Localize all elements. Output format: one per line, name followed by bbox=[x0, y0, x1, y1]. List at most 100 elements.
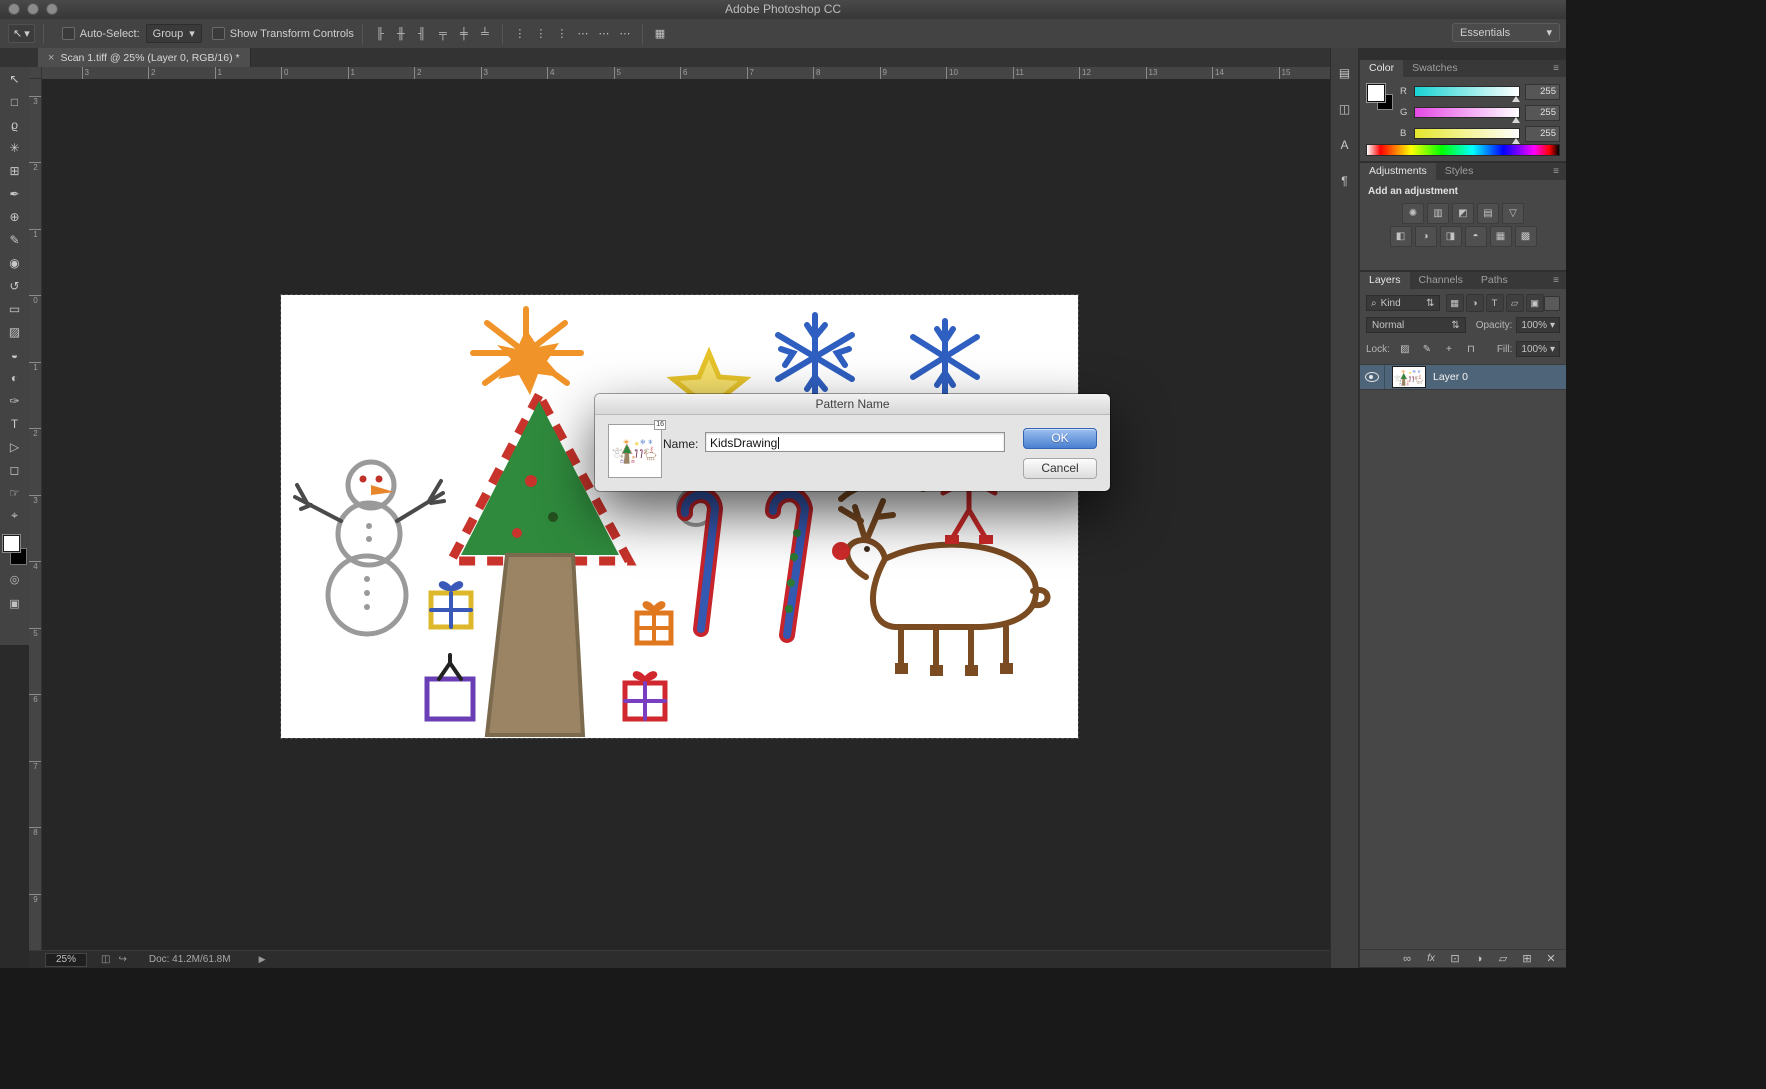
brightness-contrast-adjustment-icon[interactable]: ✺ bbox=[1402, 203, 1424, 224]
color-balance-adjustment-icon[interactable]: ◑ bbox=[1414, 226, 1437, 247]
filter-adjustment-layers-icon[interactable]: ◑ bbox=[1465, 294, 1484, 312]
new-group-icon[interactable]: ▱ bbox=[1496, 952, 1510, 966]
history-brush-tool[interactable]: ↺ bbox=[0, 274, 29, 297]
curves-adjustment-icon[interactable]: ◩ bbox=[1452, 203, 1474, 224]
move-tool[interactable]: ↖ bbox=[0, 67, 29, 90]
blur-tool[interactable]: ◒ bbox=[0, 343, 29, 366]
layer-thumbnail[interactable] bbox=[1392, 366, 1426, 388]
crop-tool[interactable]: ⊞ bbox=[0, 159, 29, 182]
type-tool[interactable]: T bbox=[0, 412, 29, 435]
black-white-adjustment-icon[interactable]: ◨ bbox=[1439, 226, 1462, 247]
slider-thumb-icon[interactable] bbox=[1512, 96, 1520, 102]
lock-all-icon[interactable]: ⊓ bbox=[1464, 342, 1478, 356]
lock-position-icon[interactable]: + bbox=[1442, 342, 1456, 356]
align-top-edges-icon[interactable]: ╤ bbox=[434, 25, 452, 43]
levels-adjustment-icon[interactable]: ▥ bbox=[1427, 203, 1449, 224]
document-tab[interactable]: × Scan 1.tiff @ 25% (Layer 0, RGB/16) * bbox=[38, 48, 251, 67]
zoom-tool[interactable]: ⌖ bbox=[0, 504, 29, 527]
align-bottom-edges-icon[interactable]: ╧ bbox=[476, 25, 494, 43]
color-panel-swatches[interactable] bbox=[1367, 84, 1393, 110]
auto-align-layers-icon[interactable]: ▦ bbox=[651, 25, 669, 43]
healing-brush-tool[interactable]: ⊕ bbox=[0, 205, 29, 228]
new-adjustment-layer-icon[interactable]: ◑ bbox=[1472, 952, 1486, 966]
history-panel-icon[interactable]: ▤ bbox=[1334, 62, 1356, 84]
foreground-color-swatch[interactable] bbox=[2, 535, 20, 552]
vibrance-adjustment-icon[interactable]: ▽ bbox=[1502, 203, 1524, 224]
filter-shape-layers-icon[interactable]: ▱ bbox=[1505, 294, 1524, 312]
workspace-switcher[interactable]: Essentials ▾ bbox=[1452, 23, 1560, 42]
opacity-field[interactable]: 100% ▾ bbox=[1516, 317, 1560, 333]
hand-tool[interactable]: ☞ bbox=[0, 481, 29, 504]
channel-value-field[interactable]: 255 bbox=[1525, 83, 1560, 100]
quick-mask-mode-button[interactable]: ◎ bbox=[0, 569, 29, 589]
exposure-adjustment-icon[interactable]: ▤ bbox=[1477, 203, 1499, 224]
distribute-top-edges-icon[interactable]: ⋮ bbox=[511, 25, 529, 43]
channel-value-field[interactable]: 255 bbox=[1525, 104, 1560, 121]
lasso-tool[interactable]: ϱ bbox=[0, 113, 29, 136]
lock-image-pixels-icon[interactable]: ✎ bbox=[1420, 342, 1434, 356]
quick-selection-tool[interactable]: ✳ bbox=[0, 136, 29, 159]
panel-menu-icon[interactable]: ≡ bbox=[1546, 163, 1566, 180]
cancel-button[interactable]: Cancel bbox=[1023, 458, 1097, 479]
filter-type-layers-icon[interactable]: T bbox=[1485, 294, 1504, 312]
filter-smart-objects-icon[interactable]: ▣ bbox=[1525, 294, 1544, 312]
align-right-edges-icon[interactable]: ╢ bbox=[413, 25, 431, 43]
distribute-right-edges-icon[interactable]: ⋯ bbox=[616, 25, 634, 43]
panel-menu-icon[interactable]: ≡ bbox=[1546, 60, 1566, 77]
dialog-title-bar[interactable]: Pattern Name bbox=[595, 394, 1110, 415]
layer-visibility-toggle[interactable] bbox=[1360, 365, 1385, 389]
channel-value-field[interactable]: 255 bbox=[1525, 125, 1560, 142]
status-flyout-icon[interactable]: ▶ bbox=[259, 954, 266, 965]
clone-stamp-tool[interactable]: ◉ bbox=[0, 251, 29, 274]
tab-styles[interactable]: Styles bbox=[1436, 163, 1483, 180]
channel-slider[interactable] bbox=[1414, 107, 1520, 123]
hue-saturation-adjustment-icon[interactable]: ◧ bbox=[1389, 226, 1412, 247]
rectangular-marquee-tool[interactable]: □ bbox=[0, 90, 29, 113]
lock-transparent-pixels-icon[interactable]: ▨ bbox=[1398, 342, 1412, 356]
distribute-horizontal-centers-icon[interactable]: ⋯ bbox=[595, 25, 613, 43]
align-left-edges-icon[interactable]: ╟ bbox=[371, 25, 389, 43]
new-layer-icon[interactable]: ⊞ bbox=[1520, 952, 1534, 966]
dodge-tool[interactable]: ◐ bbox=[0, 366, 29, 389]
status-share-icon[interactable]: ↪ bbox=[118, 954, 126, 965]
eyedropper-tool[interactable]: ✒ bbox=[0, 182, 29, 205]
ok-button[interactable]: OK bbox=[1023, 428, 1097, 449]
layer-row-layer0[interactable]: Layer 0 bbox=[1360, 364, 1566, 390]
close-tab-icon[interactable]: × bbox=[48, 52, 54, 64]
window-title-bar[interactable]: Adobe Photoshop CC bbox=[0, 0, 1566, 20]
filter-pixel-layers-icon[interactable]: ▦ bbox=[1445, 294, 1464, 312]
auto-select-scope-dropdown[interactable]: Group ▾ bbox=[145, 24, 202, 43]
layer-name[interactable]: Layer 0 bbox=[1433, 371, 1468, 383]
distribute-bottom-edges-icon[interactable]: ⋮ bbox=[553, 25, 571, 43]
channel-slider[interactable] bbox=[1414, 128, 1520, 144]
gradient-tool[interactable]: ▨ bbox=[0, 320, 29, 343]
channel-slider[interactable] bbox=[1414, 86, 1520, 102]
fill-field[interactable]: 100% ▾ bbox=[1516, 341, 1560, 357]
tab-adjustments[interactable]: Adjustments bbox=[1360, 163, 1436, 180]
add-layer-mask-icon[interactable]: ⊡ bbox=[1448, 952, 1462, 966]
status-doc-icon[interactable]: ◫ bbox=[101, 954, 110, 965]
channel-mixer-adjustment-icon[interactable]: ▦ bbox=[1489, 226, 1512, 247]
color-lookup-adjustment-icon[interactable]: ▩ bbox=[1514, 226, 1537, 247]
zoom-level-field[interactable]: 25% bbox=[45, 952, 87, 967]
tab-channels[interactable]: Channels bbox=[1410, 272, 1472, 289]
path-selection-tool[interactable]: ▷ bbox=[0, 435, 29, 458]
slider-thumb-icon[interactable] bbox=[1512, 117, 1520, 123]
layer-filter-toggle[interactable] bbox=[1543, 295, 1560, 311]
pen-tool[interactable]: ✑ bbox=[0, 389, 29, 412]
brush-tool[interactable]: ✎ bbox=[0, 228, 29, 251]
align-vertical-centers-icon[interactable]: ╪ bbox=[455, 25, 473, 43]
foreground-background-swatches[interactable] bbox=[2, 535, 27, 565]
character-panel-icon[interactable]: A bbox=[1334, 134, 1356, 156]
tab-paths[interactable]: Paths bbox=[1472, 272, 1517, 289]
properties-panel-icon[interactable]: ◫ bbox=[1334, 98, 1356, 120]
canvas[interactable] bbox=[280, 294, 1079, 739]
show-transform-controls-checkbox[interactable] bbox=[211, 27, 225, 40]
eraser-tool[interactable]: ▭ bbox=[0, 297, 29, 320]
align-horizontal-centers-icon[interactable]: ╫ bbox=[392, 25, 410, 43]
foreground-color-swatch[interactable] bbox=[1367, 84, 1385, 102]
tab-layers[interactable]: Layers bbox=[1360, 272, 1410, 289]
auto-select-checkbox[interactable] bbox=[61, 27, 75, 40]
paragraph-panel-icon[interactable]: ¶ bbox=[1334, 170, 1356, 192]
shape-tool[interactable]: ◻ bbox=[0, 458, 29, 481]
